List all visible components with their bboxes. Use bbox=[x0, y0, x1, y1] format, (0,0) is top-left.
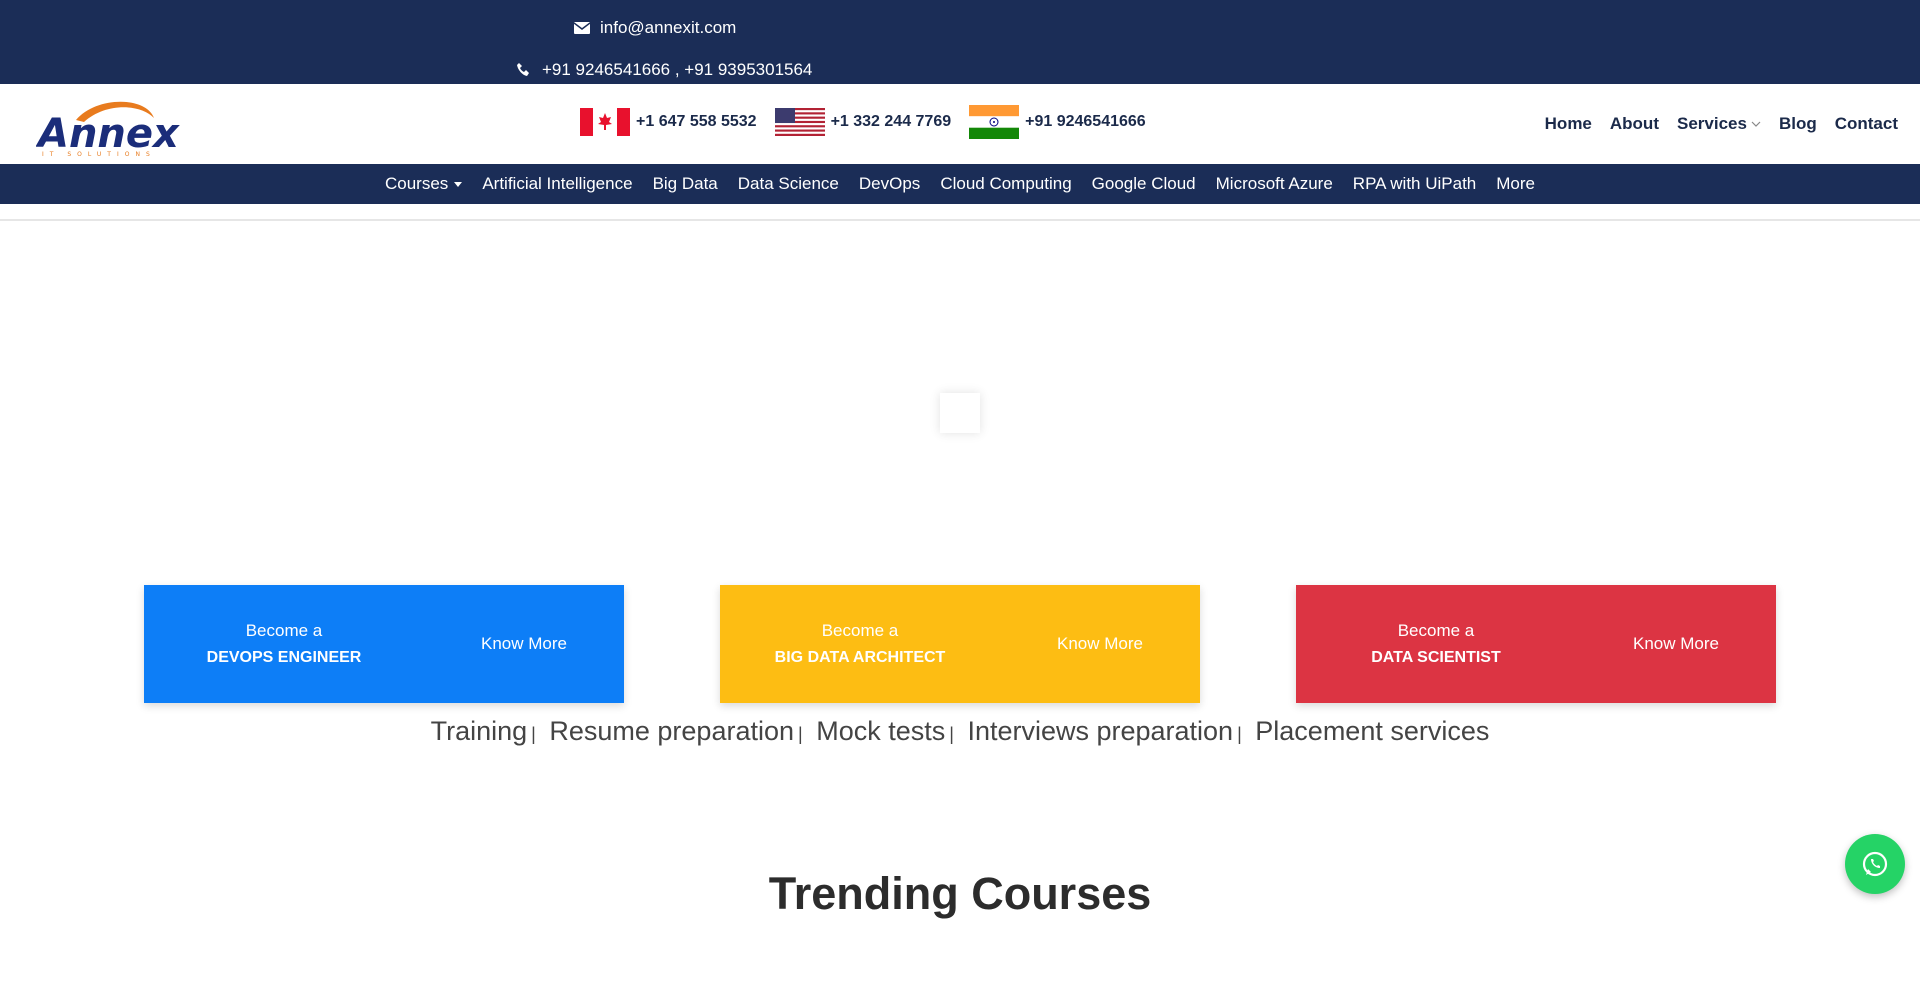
nav-contact[interactable]: Contact bbox=[1835, 114, 1898, 134]
contact-canada[interactable]: +1 647 558 5532 bbox=[580, 108, 757, 136]
course-nav-ai[interactable]: Artificial Intelligence bbox=[482, 174, 632, 194]
caret-down-icon bbox=[454, 181, 463, 187]
usa-flag-icon bbox=[774, 108, 825, 136]
course-nav-devops[interactable]: DevOps bbox=[859, 174, 920, 194]
loading-placeholder bbox=[940, 393, 980, 433]
course-nav-microsoft-azure[interactable]: Microsoft Azure bbox=[1216, 174, 1333, 194]
india-flag-icon bbox=[969, 105, 1020, 139]
nav-about[interactable]: About bbox=[1610, 114, 1659, 134]
card-title: DATA SCIENTIST bbox=[1371, 649, 1501, 666]
contact-india-number: +91 9246541666 bbox=[1025, 113, 1146, 130]
card-data-scientist[interactable]: Become a DATA SCIENTIST Know More bbox=[1296, 585, 1776, 703]
email-text: info@annexit.com bbox=[600, 18, 737, 37]
course-nav-more[interactable]: More bbox=[1496, 174, 1535, 194]
divider bbox=[0, 219, 1920, 221]
main-nav: Home About Services Blog Contact bbox=[1545, 114, 1898, 134]
services-line: Training | Resume preparation | Mock tests… bbox=[0, 716, 1920, 747]
service-item: Placement services bbox=[1255, 716, 1490, 746]
contact-usa-number: +1 332 244 7769 bbox=[830, 113, 952, 130]
know-more-link[interactable]: Know More bbox=[1000, 634, 1200, 654]
phone-icon bbox=[517, 63, 529, 76]
course-nav-data-science[interactable]: Data Science bbox=[738, 174, 839, 194]
card-pre: Become a bbox=[1397, 621, 1475, 640]
envelope-icon bbox=[574, 22, 590, 34]
card-title: DEVOPS ENGINEER bbox=[206, 649, 362, 666]
phone-text: +91 9246541666 , +91 9395301564 bbox=[542, 60, 813, 79]
card-text: Become a DATA SCIENTIST bbox=[1296, 617, 1576, 671]
nav-services-label: Services bbox=[1676, 114, 1747, 133]
contact-india[interactable]: +91 9246541666 bbox=[969, 105, 1146, 139]
know-more-link[interactable]: Know More bbox=[424, 634, 624, 654]
service-item: Resume preparation bbox=[549, 716, 794, 746]
card-title: BIG DATA ARCHITECT bbox=[774, 649, 946, 666]
annex-logo[interactable]: Annex IT SOLUTIONS bbox=[36, 92, 186, 158]
whatsapp-icon bbox=[1862, 851, 1888, 877]
separator: | bbox=[1237, 724, 1242, 744]
whatsapp-button[interactable] bbox=[1845, 834, 1905, 894]
separator: | bbox=[531, 724, 536, 744]
svg-text:IT SOLUTIONS: IT SOLUTIONS bbox=[42, 151, 156, 158]
trending-courses-heading: Trending Courses bbox=[768, 868, 1152, 919]
chevron-down-icon bbox=[1751, 121, 1761, 127]
nav-home[interactable]: Home bbox=[1545, 114, 1592, 134]
card-devops-engineer[interactable]: Become a DEVOPS ENGINEER Know More bbox=[144, 585, 624, 703]
card-text: Become a BIG DATA ARCHITECT bbox=[720, 617, 1000, 671]
country-contacts: +1 647 558 5532 +1 332 244 7769 +91 9246… bbox=[580, 105, 1146, 139]
course-nav-google-cloud[interactable]: Google Cloud bbox=[1092, 174, 1196, 194]
course-nav-big-data[interactable]: Big Data bbox=[653, 174, 718, 194]
service-item: Training bbox=[430, 716, 528, 746]
card-big-data-architect[interactable]: Become a BIG DATA ARCHITECT Know More bbox=[720, 585, 1200, 703]
service-item: Mock tests bbox=[816, 716, 946, 746]
separator: | bbox=[798, 724, 803, 744]
service-item: Interviews preparation bbox=[967, 716, 1234, 746]
card-pre: Become a bbox=[245, 621, 323, 640]
course-nav: Courses Artificial Intelligence Big Data… bbox=[0, 164, 1920, 204]
card-pre: Become a bbox=[821, 621, 899, 640]
email-contact[interactable]: info@annexit.com bbox=[574, 18, 736, 38]
nav-services[interactable]: Services bbox=[1677, 114, 1761, 134]
phone-contact[interactable]: +91 9246541666 , +91 9395301564 bbox=[516, 60, 812, 80]
course-nav-rpa-uipath[interactable]: RPA with UiPath bbox=[1353, 174, 1476, 194]
canada-flag-icon bbox=[580, 108, 630, 136]
course-nav-cloud-computing[interactable]: Cloud Computing bbox=[940, 174, 1071, 194]
course-nav-courses-label: Courses bbox=[385, 174, 449, 193]
separator: | bbox=[949, 724, 954, 744]
nav-blog[interactable]: Blog bbox=[1779, 114, 1817, 134]
top-info-bar: info@annexit.com +91 9246541666 , +91 93… bbox=[0, 0, 1920, 84]
know-more-link[interactable]: Know More bbox=[1576, 634, 1776, 654]
contact-canada-number: +1 647 558 5532 bbox=[636, 113, 757, 130]
contact-usa[interactable]: +1 332 244 7769 bbox=[774, 108, 952, 136]
card-text: Become a DEVOPS ENGINEER bbox=[144, 617, 424, 671]
course-nav-courses[interactable]: Courses bbox=[385, 174, 463, 194]
